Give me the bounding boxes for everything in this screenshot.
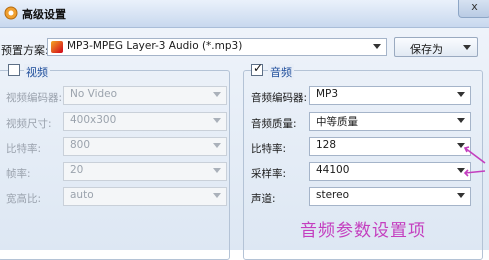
audio-bitrate-label: 比特率: <box>251 143 287 155</box>
video-encoder-label: 视频编码器: <box>6 92 63 104</box>
preset-label: 预置方案: <box>1 44 49 57</box>
audio-enable-checkbox[interactable]: ✓ <box>251 61 264 76</box>
mp3-file-icon <box>51 41 63 53</box>
audio-channel-select[interactable]: stereo <box>309 187 471 206</box>
video-framerate-label: 帧率: <box>6 168 31 180</box>
title-bar: 高级设置 x <box>0 0 489 28</box>
video-encoder-select[interactable]: No Video <box>63 86 227 105</box>
preset-select[interactable]: MP3-MPEG Layer-3 Audio (*.mp3) <box>47 38 387 56</box>
audio-quality-label: 音频质量: <box>251 118 297 130</box>
close-icon: x <box>471 0 478 13</box>
annotation-text: 音频参数设置项 <box>300 221 426 241</box>
chevron-down-icon <box>213 118 221 123</box>
chevron-down-icon <box>463 45 471 50</box>
audio-encoder-label: 音频编码器: <box>251 92 308 104</box>
video-size-select[interactable]: 400x300 <box>63 112 227 131</box>
save-as-label: 保存为 <box>410 43 443 56</box>
audio-samplerate-value: 44100 <box>316 164 350 176</box>
window-title: 高级设置 <box>22 8 66 21</box>
video-aspect-value: auto <box>70 189 94 201</box>
chevron-down-icon <box>213 168 221 173</box>
video-bitrate-value: 800 <box>70 139 91 151</box>
video-encoder-value: No Video <box>70 88 118 100</box>
audio-bitrate-value: 128 <box>316 139 337 151</box>
chevron-down-icon <box>213 193 221 198</box>
audio-encoder-select[interactable]: MP3 <box>309 86 471 105</box>
chevron-down-icon <box>373 44 381 49</box>
preset-value: MP3-MPEG Layer-3 Audio (*.mp3) <box>67 40 243 52</box>
audio-encoder-value: MP3 <box>316 88 339 100</box>
annotation-arrows-icon <box>463 146 486 177</box>
app-icon <box>4 6 18 20</box>
audio-quality-value: 中等质量 <box>316 116 358 128</box>
chevron-down-icon <box>213 143 221 148</box>
chevron-down-icon <box>457 193 465 198</box>
video-group-title: 视频 <box>24 64 50 80</box>
audio-quality-select[interactable]: 中等质量 <box>309 112 471 131</box>
audio-group-title: 音频 <box>268 64 294 80</box>
video-framerate-select[interactable]: 20 <box>63 162 227 181</box>
video-enable-checkbox[interactable] <box>8 64 20 76</box>
video-aspect-label: 宽高比: <box>6 193 42 205</box>
audio-samplerate-label: 采样率: <box>251 168 287 180</box>
video-bitrate-select[interactable]: 800 <box>63 137 227 156</box>
video-aspect-select[interactable]: auto <box>63 187 227 206</box>
video-size-value: 400x300 <box>70 114 117 126</box>
video-framerate-value: 20 <box>70 164 84 176</box>
close-button[interactable]: x <box>458 0 489 18</box>
audio-channel-value: stereo <box>316 189 350 201</box>
audio-channel-label: 声道: <box>251 193 276 205</box>
video-size-label: 视频尺寸: <box>6 118 52 130</box>
checkmark-icon: ✓ <box>253 61 264 75</box>
save-as-button[interactable]: 保存为 <box>394 37 478 57</box>
chevron-down-icon <box>457 118 465 123</box>
chevron-down-icon <box>457 92 465 97</box>
chevron-down-icon <box>213 92 221 97</box>
video-bitrate-label: 比特率: <box>6 143 42 155</box>
